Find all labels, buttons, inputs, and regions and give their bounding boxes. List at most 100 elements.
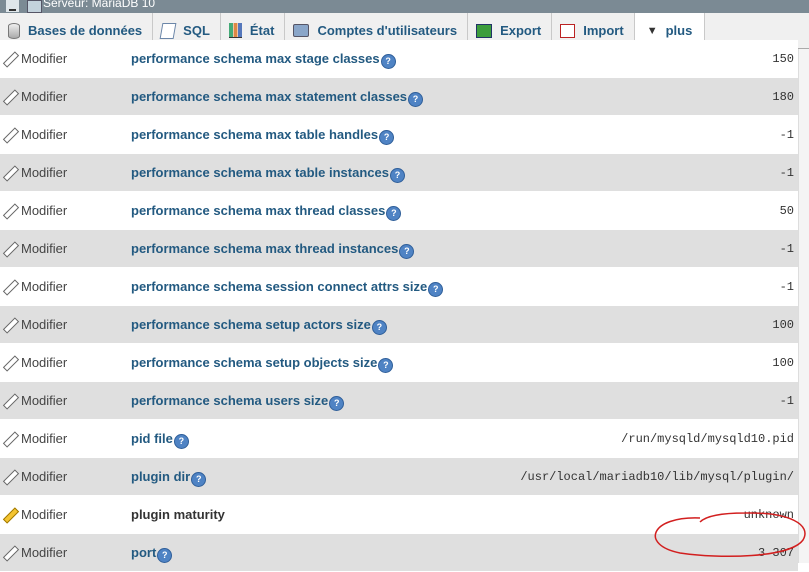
variable-name[interactable]: performance schema max thread classes? (131, 192, 402, 229)
pencil-icon (3, 318, 17, 332)
variable-value: -1 (779, 127, 794, 142)
help-icon[interactable]: ? (173, 434, 189, 449)
variable-name[interactable]: performance schema max stage classes? (131, 40, 396, 77)
edit-label: Modifier (21, 469, 68, 484)
edit-link[interactable]: Modifier (3, 344, 67, 381)
help-icon[interactable]: ? (386, 206, 402, 221)
edit-label: Modifier (21, 431, 68, 446)
import-icon (560, 23, 576, 38)
table-row: Modifier performance schema max thread in… (0, 230, 798, 268)
edit-label: Modifier (21, 317, 68, 332)
help-icon[interactable]: ? (157, 548, 173, 563)
variable-name[interactable]: performance schema max table handles? (131, 116, 395, 153)
variable-name[interactable]: port? (131, 534, 173, 571)
table-row: Modifier performance schema setup objects… (0, 344, 798, 382)
edit-link[interactable]: Modifier (3, 382, 67, 419)
pencil-icon (3, 394, 17, 408)
variables-table: Modifier performance schema max stage cla… (0, 40, 798, 572)
edit-label: Modifier (21, 165, 68, 180)
edit-link[interactable]: Modifier (3, 230, 67, 267)
tab-export-label: Export (500, 23, 542, 38)
variable-name[interactable]: performance schema max statement classes… (131, 78, 424, 115)
help-icon[interactable]: ? (389, 168, 405, 183)
table-row: Modifier performance schema setup actors … (0, 306, 798, 344)
variable-name-text: port (131, 545, 157, 560)
edit-link[interactable]: Modifier (3, 420, 67, 457)
help-icon[interactable]: ? (428, 282, 444, 297)
table-row: Modifier port? 3 307 (0, 534, 798, 572)
variable-name-text: performance schema max thread instances (131, 241, 399, 256)
export-icon (476, 23, 493, 38)
variable-name[interactable]: performance schema max thread instances? (131, 230, 415, 267)
edit-link[interactable]: Modifier (3, 458, 67, 495)
table-row: Modifier plugin dir? /usr/local/mariadb10/… (0, 458, 798, 496)
variable-value: 100 (772, 355, 794, 370)
variable-name[interactable]: performance schema max table instances? (131, 154, 405, 191)
variable-name[interactable]: performance schema setup objects size? (131, 344, 394, 381)
vertical-scrollbar[interactable] (798, 49, 809, 563)
table-row: Modifier performance schema max table ins… (0, 154, 798, 192)
edit-link[interactable]: Modifier (3, 306, 67, 343)
help-icon[interactable]: ? (399, 244, 415, 259)
dropdown-arrow-icon: ▼ (646, 24, 658, 37)
help-icon[interactable]: ? (329, 396, 345, 411)
edit-label: Modifier (21, 127, 68, 142)
edit-link[interactable]: Modifier (3, 40, 67, 77)
window-title: Serveur: MariaDB 10 (43, 0, 156, 10)
tab-user-accounts-label: Comptes d'utilisateurs (317, 23, 458, 38)
database-icon (8, 22, 20, 39)
variable-name-text: pid file (131, 431, 173, 446)
edit-link[interactable]: Modifier (3, 116, 67, 153)
pencil-icon (3, 280, 17, 294)
status-chart-icon (228, 23, 242, 38)
tab-more-label: plus (665, 23, 693, 38)
tab-import-label: Import (583, 23, 624, 38)
edit-link[interactable]: Modifier (3, 192, 67, 229)
pencil-icon (3, 128, 17, 142)
table-row: Modifier performance schema max thread cl… (0, 192, 798, 230)
pencil-icon (3, 204, 17, 218)
help-icon[interactable]: ? (408, 92, 424, 107)
variable-name-text: performance schema max stage classes (131, 51, 380, 66)
help-icon[interactable]: ? (378, 358, 394, 373)
variable-name[interactable]: plugin dir? (131, 458, 207, 495)
edit-link[interactable]: Modifier (3, 496, 67, 533)
variable-name-text: performance schema setup objects size (131, 355, 378, 370)
edit-label: Modifier (21, 51, 68, 66)
variable-value: 3 307 (757, 545, 794, 560)
variable-value: -1 (779, 241, 794, 256)
variable-name[interactable]: performance schema setup actors size? (131, 306, 387, 343)
help-icon[interactable]: ? (379, 130, 395, 145)
variable-name[interactable]: performance schema users size? (131, 382, 345, 419)
edit-link[interactable]: Modifier (3, 78, 67, 115)
variable-name-text: performance schema max table handles (131, 127, 379, 142)
variable-value: 50 (779, 203, 794, 218)
edit-label: Modifier (21, 89, 68, 104)
edit-link[interactable]: Modifier (3, 534, 67, 571)
variable-value: -1 (779, 393, 794, 408)
edit-label: Modifier (21, 507, 68, 522)
edit-label: Modifier (21, 545, 68, 560)
edit-link[interactable]: Modifier (3, 154, 67, 191)
pencil-icon (3, 470, 17, 484)
variable-name-text: performance schema setup actors size (131, 317, 371, 332)
variable-name-text: performance schema session connect attrs… (131, 279, 428, 294)
variable-value: 100 (772, 317, 794, 332)
pencil-icon (3, 432, 17, 446)
pencil-icon (3, 52, 17, 66)
variable-name[interactable]: performance schema session connect attrs… (131, 268, 444, 305)
help-icon[interactable]: ? (191, 472, 207, 487)
help-icon[interactable]: ? (380, 54, 396, 69)
variable-name-text: performance schema max statement classes (131, 89, 408, 104)
variable-name[interactable]: pid file? (131, 420, 189, 457)
variable-value: 150 (772, 51, 794, 66)
edit-label: Modifier (21, 203, 68, 218)
minimize-control[interactable] (6, 0, 19, 12)
window-titlebar: Serveur: MariaDB 10 (0, 0, 809, 13)
edit-link[interactable]: Modifier (3, 268, 67, 305)
tab-sql-label: SQL (183, 23, 210, 38)
help-icon[interactable]: ? (371, 320, 387, 335)
table-row: Modifier performance schema max stage cla… (0, 40, 798, 78)
pencil-icon (3, 242, 17, 256)
variable-value: -1 (779, 279, 794, 294)
